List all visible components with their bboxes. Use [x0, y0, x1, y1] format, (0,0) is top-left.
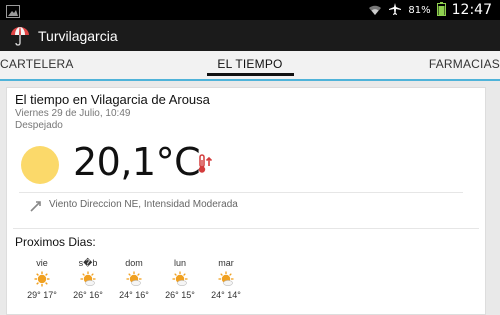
- weather-date: Viernes 29 de Julio, 10:49: [15, 108, 131, 119]
- sun-cloud-icon: [111, 271, 157, 289]
- forecast-list: vie 29° 17° s�b 26° 16° dom 24° 16° lun …: [19, 258, 249, 300]
- forecast-day: s�b 26° 16°: [65, 258, 111, 300]
- forecast-day-name: lun: [173, 258, 186, 268]
- forecast-day: lun 26° 15°: [157, 258, 203, 300]
- forecast-title: Proximos Dias:: [15, 235, 96, 249]
- battery-percent: 81%: [408, 4, 431, 16]
- wind-direction-icon: [29, 198, 43, 217]
- forecast-day: dom 24° 16°: [111, 258, 157, 300]
- forecast-day-name: vie: [36, 258, 48, 268]
- wind-info: Viento Direccion NE, Intensidad Moderada: [49, 199, 238, 210]
- sun-cloud-icon: [203, 271, 249, 289]
- tab-el-tiempo[interactable]: EL TIEMPO: [0, 57, 500, 71]
- clock: 12:47: [451, 2, 492, 18]
- action-bar: Turvilagarcia: [0, 20, 500, 51]
- divider: [13, 228, 479, 229]
- forecast-temps: 24° 16°: [119, 290, 149, 300]
- sun-icon: [21, 146, 59, 184]
- forecast-temps: 26° 15°: [165, 290, 195, 300]
- forecast-day-name: mar: [218, 258, 234, 268]
- tab-strip: CARTELERA EL TIEMPO FARMACIAS: [0, 51, 500, 81]
- forecast-temps: 24° 14°: [211, 290, 241, 300]
- forecast-day-name: dom: [125, 258, 143, 268]
- umbrella-icon[interactable]: [10, 25, 30, 47]
- divider: [19, 192, 463, 193]
- wifi-icon: [368, 1, 382, 20]
- current-temperature: 20,1°C: [73, 140, 201, 184]
- forecast-day: vie 29° 17°: [19, 258, 65, 300]
- sun-icon: [19, 271, 65, 289]
- sun-cloud-icon: [157, 271, 203, 289]
- forecast-temps: 29° 17°: [27, 290, 57, 300]
- thermometer-rising-icon: [198, 154, 213, 178]
- weather-card: El tiempo en Vilagarcia de Arousa Vierne…: [6, 87, 486, 315]
- selected-tab-indicator: [207, 73, 294, 76]
- weather-location: El tiempo en Vilagarcia de Arousa: [15, 92, 210, 107]
- battery-icon: [436, 1, 446, 20]
- sun-cloud-icon: [65, 271, 111, 289]
- tab-farmacias[interactable]: FARMACIAS: [429, 57, 500, 71]
- app-title: Turvilagarcia: [38, 27, 118, 44]
- forecast-day: mar 24° 14°: [203, 258, 249, 300]
- airplane-icon: [388, 1, 402, 20]
- weather-condition: Despejado: [15, 120, 63, 131]
- forecast-day-name: s�b: [78, 258, 98, 268]
- forecast-temps: 26° 16°: [73, 290, 103, 300]
- status-bar: 81% 12:47: [0, 0, 500, 20]
